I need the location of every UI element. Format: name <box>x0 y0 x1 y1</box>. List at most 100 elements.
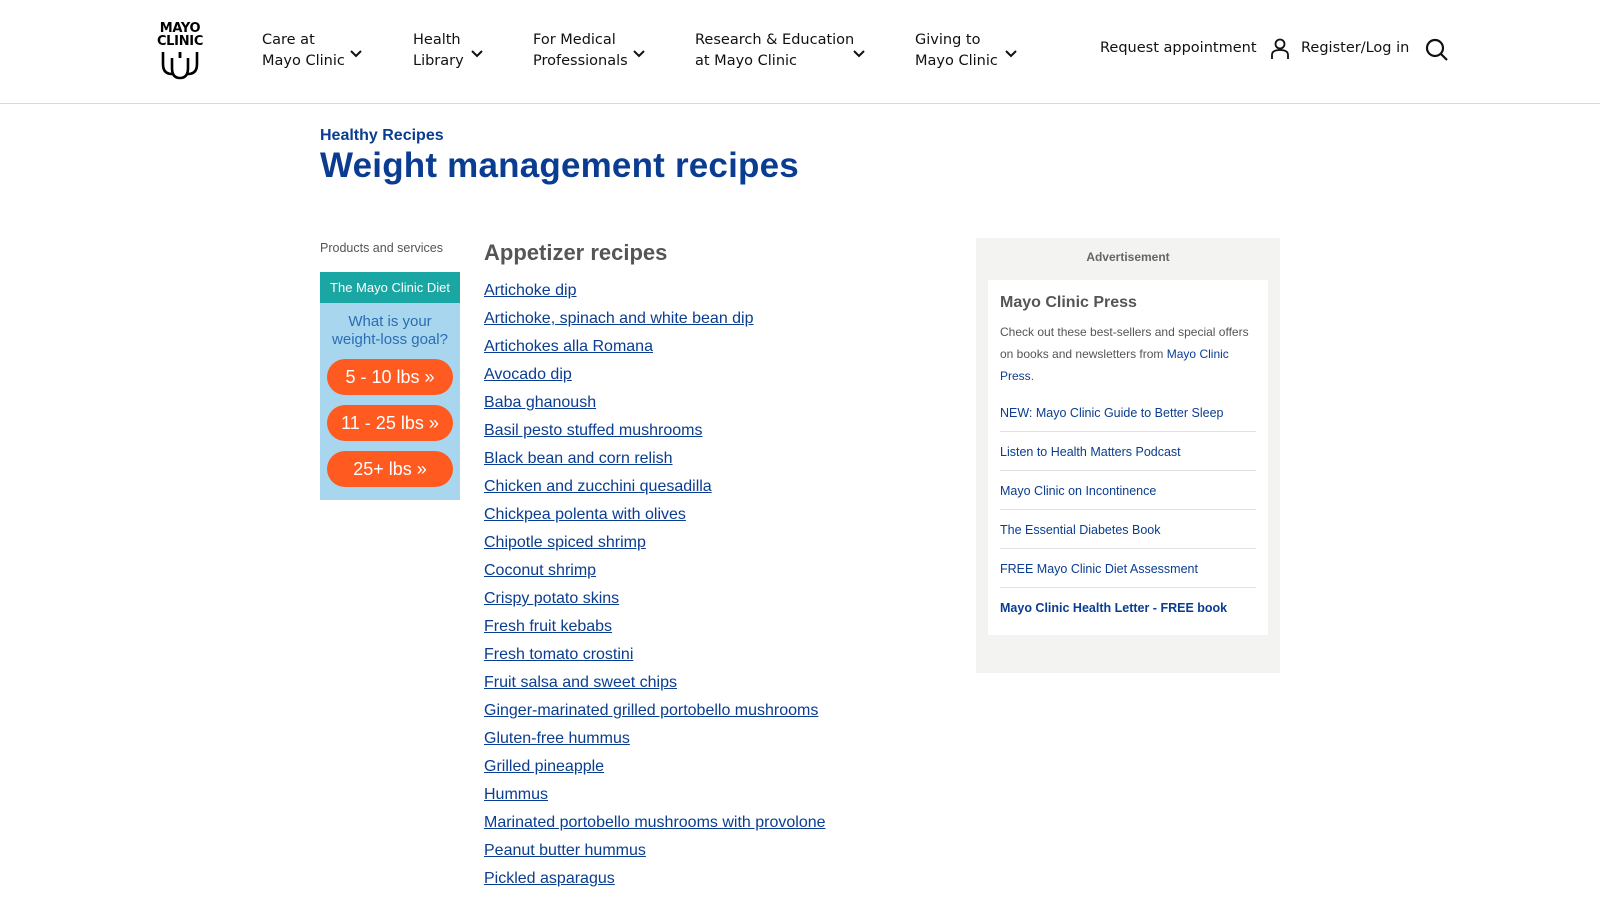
recipe-link[interactable]: Marinated portobello mushrooms with prov… <box>484 814 826 831</box>
recipe-link[interactable]: Fresh tomato crostini <box>484 646 633 663</box>
nav-label-line1: Care at <box>262 32 315 48</box>
goal-5-10-lbs-button[interactable]: 5 - 10 lbs » <box>327 359 453 395</box>
list-item: Fresh tomato crostini <box>484 644 826 672</box>
nav-label-line1: Research & Education <box>695 32 855 48</box>
recipe-link[interactable]: Artichokes alla Romana <box>484 338 653 355</box>
appetizer-recipes-heading: Appetizer recipes <box>484 240 668 265</box>
press-link[interactable]: Listen to Health Matters Podcast <box>1000 445 1181 459</box>
goal-25-plus-lbs-button[interactable]: 25+ lbs » <box>327 451 453 487</box>
diet-ad-question-line2: weight-loss goal? <box>332 331 448 348</box>
recipe-link[interactable]: Basil pesto stuffed mushrooms <box>484 422 702 439</box>
recipe-link[interactable]: Avocado dip <box>484 366 572 383</box>
list-item: Artichoke, spinach and white bean dip <box>484 308 826 336</box>
press-link[interactable]: Mayo Clinic on Incontinence <box>1000 484 1156 498</box>
chevron-down-icon <box>471 50 483 58</box>
register-login-link[interactable]: Register/Log in <box>1301 40 1409 56</box>
recipe-link[interactable]: Hummus <box>484 786 548 803</box>
nav-research-education[interactable]: Research & Education at Mayo Clinic <box>695 30 865 72</box>
list-item: Artichokes alla Romana <box>484 336 826 364</box>
recipe-link[interactable]: Peanut butter hummus <box>484 842 646 859</box>
nav-label-line2: Mayo Clinic <box>262 53 345 69</box>
nav-label-line1: For Medical <box>533 32 616 48</box>
list-item: NEW: Mayo Clinic Guide to Better Sleep <box>1000 393 1256 432</box>
list-item: Basil pesto stuffed mushrooms <box>484 420 826 448</box>
nav-for-medical-professionals[interactable]: For Medical Professionals <box>533 30 645 72</box>
list-item: Hummus <box>484 784 826 812</box>
search-icon[interactable] <box>1425 38 1449 62</box>
list-item: Fruit salsa and sweet chips <box>484 672 826 700</box>
list-item: The Essential Diabetes Book <box>1000 510 1256 549</box>
chevron-down-icon <box>350 50 362 58</box>
user-icon[interactable] <box>1270 38 1290 60</box>
list-item: Mayo Clinic Health Letter - FREE book <box>1000 588 1256 627</box>
press-description: Check out these best-sellers and special… <box>1000 321 1256 387</box>
recipe-link[interactable]: Coconut shrimp <box>484 562 596 579</box>
list-item: FREE Mayo Clinic Diet Assessment <box>1000 549 1256 588</box>
recipe-link[interactable]: Chicken and zucchini quesadilla <box>484 478 712 495</box>
list-item: Peanut butter hummus <box>484 840 826 868</box>
press-links: NEW: Mayo Clinic Guide to Better Sleep L… <box>1000 393 1256 627</box>
press-heading: Mayo Clinic Press <box>1000 294 1137 311</box>
list-item: Mayo Clinic on Incontinence <box>1000 471 1256 510</box>
press-desc-end: . <box>1030 369 1035 383</box>
products-services-label: Products and services <box>320 241 443 255</box>
recipe-link[interactable]: Artichoke, spinach and white bean dip <box>484 310 754 327</box>
recipe-link[interactable]: Crispy potato skins <box>484 590 619 607</box>
list-item: Coconut shrimp <box>484 560 826 588</box>
chevron-down-icon <box>633 50 645 58</box>
press-link[interactable]: Mayo Clinic Health Letter - FREE book <box>1000 601 1227 615</box>
shield-logo-icon <box>161 52 199 80</box>
nav-giving-to-mayo-clinic[interactable]: Giving to Mayo Clinic <box>915 30 1017 72</box>
nav-label-line2: at Mayo Clinic <box>695 53 798 69</box>
list-item: Grilled pineapple <box>484 756 826 784</box>
press-link[interactable]: FREE Mayo Clinic Diet Assessment <box>1000 562 1198 576</box>
request-appointment-link[interactable]: Request appointment <box>1100 40 1257 56</box>
diet-ad-banner: The Mayo Clinic Diet <box>320 272 460 303</box>
list-item: Ginger-marinated grilled portobello mush… <box>484 700 826 728</box>
press-link[interactable]: NEW: Mayo Clinic Guide to Better Sleep <box>1000 406 1223 420</box>
goal-11-25-lbs-button[interactable]: 11 - 25 lbs » <box>327 405 453 441</box>
recipe-link[interactable]: Ginger-marinated grilled portobello mush… <box>484 702 818 719</box>
nav-label-line1: Giving to <box>915 32 981 48</box>
nav-label-line2: Mayo Clinic <box>915 53 998 69</box>
nav-label-line2: Library <box>413 53 464 69</box>
recipe-link[interactable]: Gluten-free hummus <box>484 730 630 747</box>
list-item: Crispy potato skins <box>484 588 826 616</box>
chevron-down-icon <box>1005 50 1017 58</box>
list-item: Baba ghanoush <box>484 392 826 420</box>
list-item: Marinated portobello mushrooms with prov… <box>484 812 826 840</box>
recipe-link[interactable]: Fruit salsa and sweet chips <box>484 674 677 691</box>
nav-label-line1: Health <box>413 32 461 48</box>
mayo-clinic-press-card: Mayo Clinic Press Check out these best-s… <box>988 280 1268 635</box>
list-item: Chickpea polenta with olives <box>484 504 826 532</box>
nav-label-line2: Professionals <box>533 53 628 69</box>
mayo-clinic-diet-ad[interactable]: The Mayo Clinic Diet What is your weight… <box>320 272 460 500</box>
recipe-link[interactable]: Fresh fruit kebabs <box>484 618 612 635</box>
page-title: Weight management recipes <box>320 146 799 185</box>
diet-ad-question-line1: What is your <box>348 313 432 330</box>
recipe-link[interactable]: Grilled pineapple <box>484 758 604 775</box>
press-link[interactable]: The Essential Diabetes Book <box>1000 523 1161 537</box>
recipe-link[interactable]: Baba ghanoush <box>484 394 596 411</box>
recipe-link[interactable]: Pickled asparagus <box>484 870 615 887</box>
advertisement-label: Advertisement <box>1086 250 1170 264</box>
breadcrumb-healthy-recipes[interactable]: Healthy Recipes <box>320 127 444 145</box>
recipe-link[interactable]: Artichoke dip <box>484 282 577 299</box>
recipe-list: Artichoke dip Artichoke, spinach and whi… <box>484 280 826 896</box>
nav-health-library[interactable]: Health Library <box>413 30 483 72</box>
list-item: Avocado dip <box>484 364 826 392</box>
chevron-down-icon <box>853 50 865 58</box>
list-item: Chipotle spiced shrimp <box>484 532 826 560</box>
recipe-link[interactable]: Chipotle spiced shrimp <box>484 534 646 551</box>
logo-text-line2: CLINIC <box>156 34 204 49</box>
mayo-clinic-logo[interactable]: MAYO CLINIC <box>156 22 204 82</box>
site-header: MAYO CLINIC Care at Mayo Clinic Health L… <box>0 0 1600 104</box>
recipe-link[interactable]: Chickpea polenta with olives <box>484 506 686 523</box>
advertisement-panel: Advertisement Mayo Clinic Press Check ou… <box>976 238 1280 673</box>
diet-ad-question: What is your weight-loss goal? <box>320 313 460 349</box>
list-item: Artichoke dip <box>484 280 826 308</box>
nav-care-at-mayo-clinic[interactable]: Care at Mayo Clinic <box>262 30 362 72</box>
list-item: Gluten-free hummus <box>484 728 826 756</box>
list-item: Fresh fruit kebabs <box>484 616 826 644</box>
recipe-link[interactable]: Black bean and corn relish <box>484 450 673 467</box>
